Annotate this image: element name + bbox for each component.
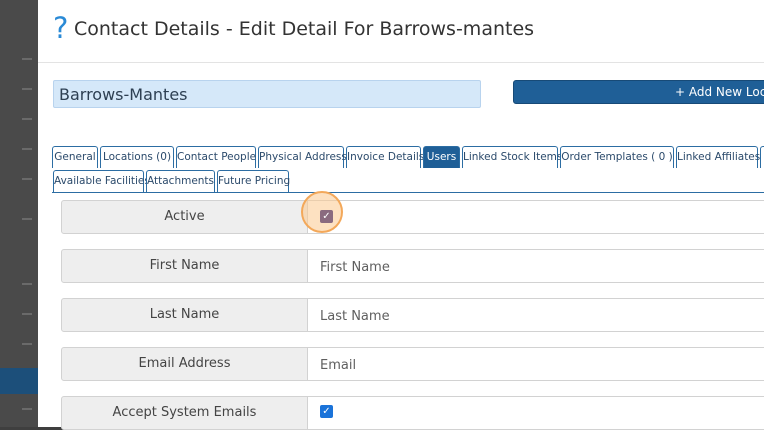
active-row: Active ✓ <box>61 191 764 234</box>
help-icon[interactable]: ? <box>53 12 68 44</box>
contact-details-modal: ? Contact Details - Edit Detail For Barr… <box>38 0 764 430</box>
tab-invoice-details[interactable]: Invoice Details <box>346 146 424 168</box>
background-nav-line <box>22 148 32 150</box>
tab-physical-address[interactable]: Physical Address <box>258 146 347 168</box>
email-row: Email Address <box>61 347 764 382</box>
email-input[interactable] <box>318 348 762 382</box>
last-name-label: Last Name <box>61 298 308 332</box>
background-nav-line <box>22 178 32 180</box>
background-app-sidebar <box>0 0 38 427</box>
tab-bar: General Locations (0) Contact People Phy… <box>52 144 764 193</box>
accept-emails-label: Accept System Emails <box>61 396 308 430</box>
tab-linked-affiliates[interactable]: Linked Affiliates <box>676 146 760 168</box>
active-checkbox[interactable]: ✓ <box>320 210 333 223</box>
background-nav-line <box>22 118 32 120</box>
active-label: Active <box>61 200 308 234</box>
first-name-field-wrapper <box>308 249 764 284</box>
first-name-row: First Name <box>61 249 764 284</box>
tab-locations[interactable]: Locations (0) <box>100 146 174 168</box>
background-nav-line <box>22 283 32 285</box>
email-label: Email Address <box>61 347 308 381</box>
accept-emails-field: ✓ <box>308 396 764 430</box>
background-nav-line <box>22 343 32 345</box>
modal-header: ? Contact Details - Edit Detail For Barr… <box>38 0 764 63</box>
background-nav-line <box>22 218 32 220</box>
accept-emails-row: Accept System Emails ✓ <box>61 396 764 430</box>
active-field: ✓ <box>301 191 764 234</box>
background-nav-active-item <box>0 368 38 394</box>
modal-title: Contact Details - Edit Detail For Barrow… <box>74 18 535 40</box>
tab-overflow[interactable] <box>760 146 764 168</box>
tab-linked-stock-items[interactable]: Linked Stock Items <box>462 146 562 168</box>
tab-available-facilities[interactable]: Available Facilities <box>53 170 150 192</box>
background-nav-line <box>22 88 32 90</box>
tab-attachments[interactable]: Attachments <box>146 170 215 192</box>
tab-users[interactable]: Users <box>423 146 460 168</box>
background-nav-line <box>22 58 32 60</box>
accept-emails-checkbox[interactable]: ✓ <box>320 405 333 418</box>
last-name-field-wrapper <box>308 298 764 333</box>
tab-contact-people[interactable]: Contact People <box>176 146 256 168</box>
email-field-wrapper <box>308 347 764 382</box>
first-name-label: First Name <box>61 249 308 283</box>
tab-order-templates[interactable]: Order Templates ( 0 ) <box>560 146 674 168</box>
tab-general[interactable]: General <box>52 146 98 168</box>
last-name-row: Last Name <box>61 298 764 333</box>
first-name-input[interactable] <box>318 250 762 284</box>
contact-name-field[interactable]: Barrows-Mantes <box>53 80 481 108</box>
background-nav-line <box>22 408 32 410</box>
add-new-location-button[interactable]: + Add New Loca <box>513 80 764 104</box>
tab-future-pricing[interactable]: Future Pricing <box>217 170 290 192</box>
last-name-input[interactable] <box>318 299 762 333</box>
background-nav-line <box>22 313 32 315</box>
